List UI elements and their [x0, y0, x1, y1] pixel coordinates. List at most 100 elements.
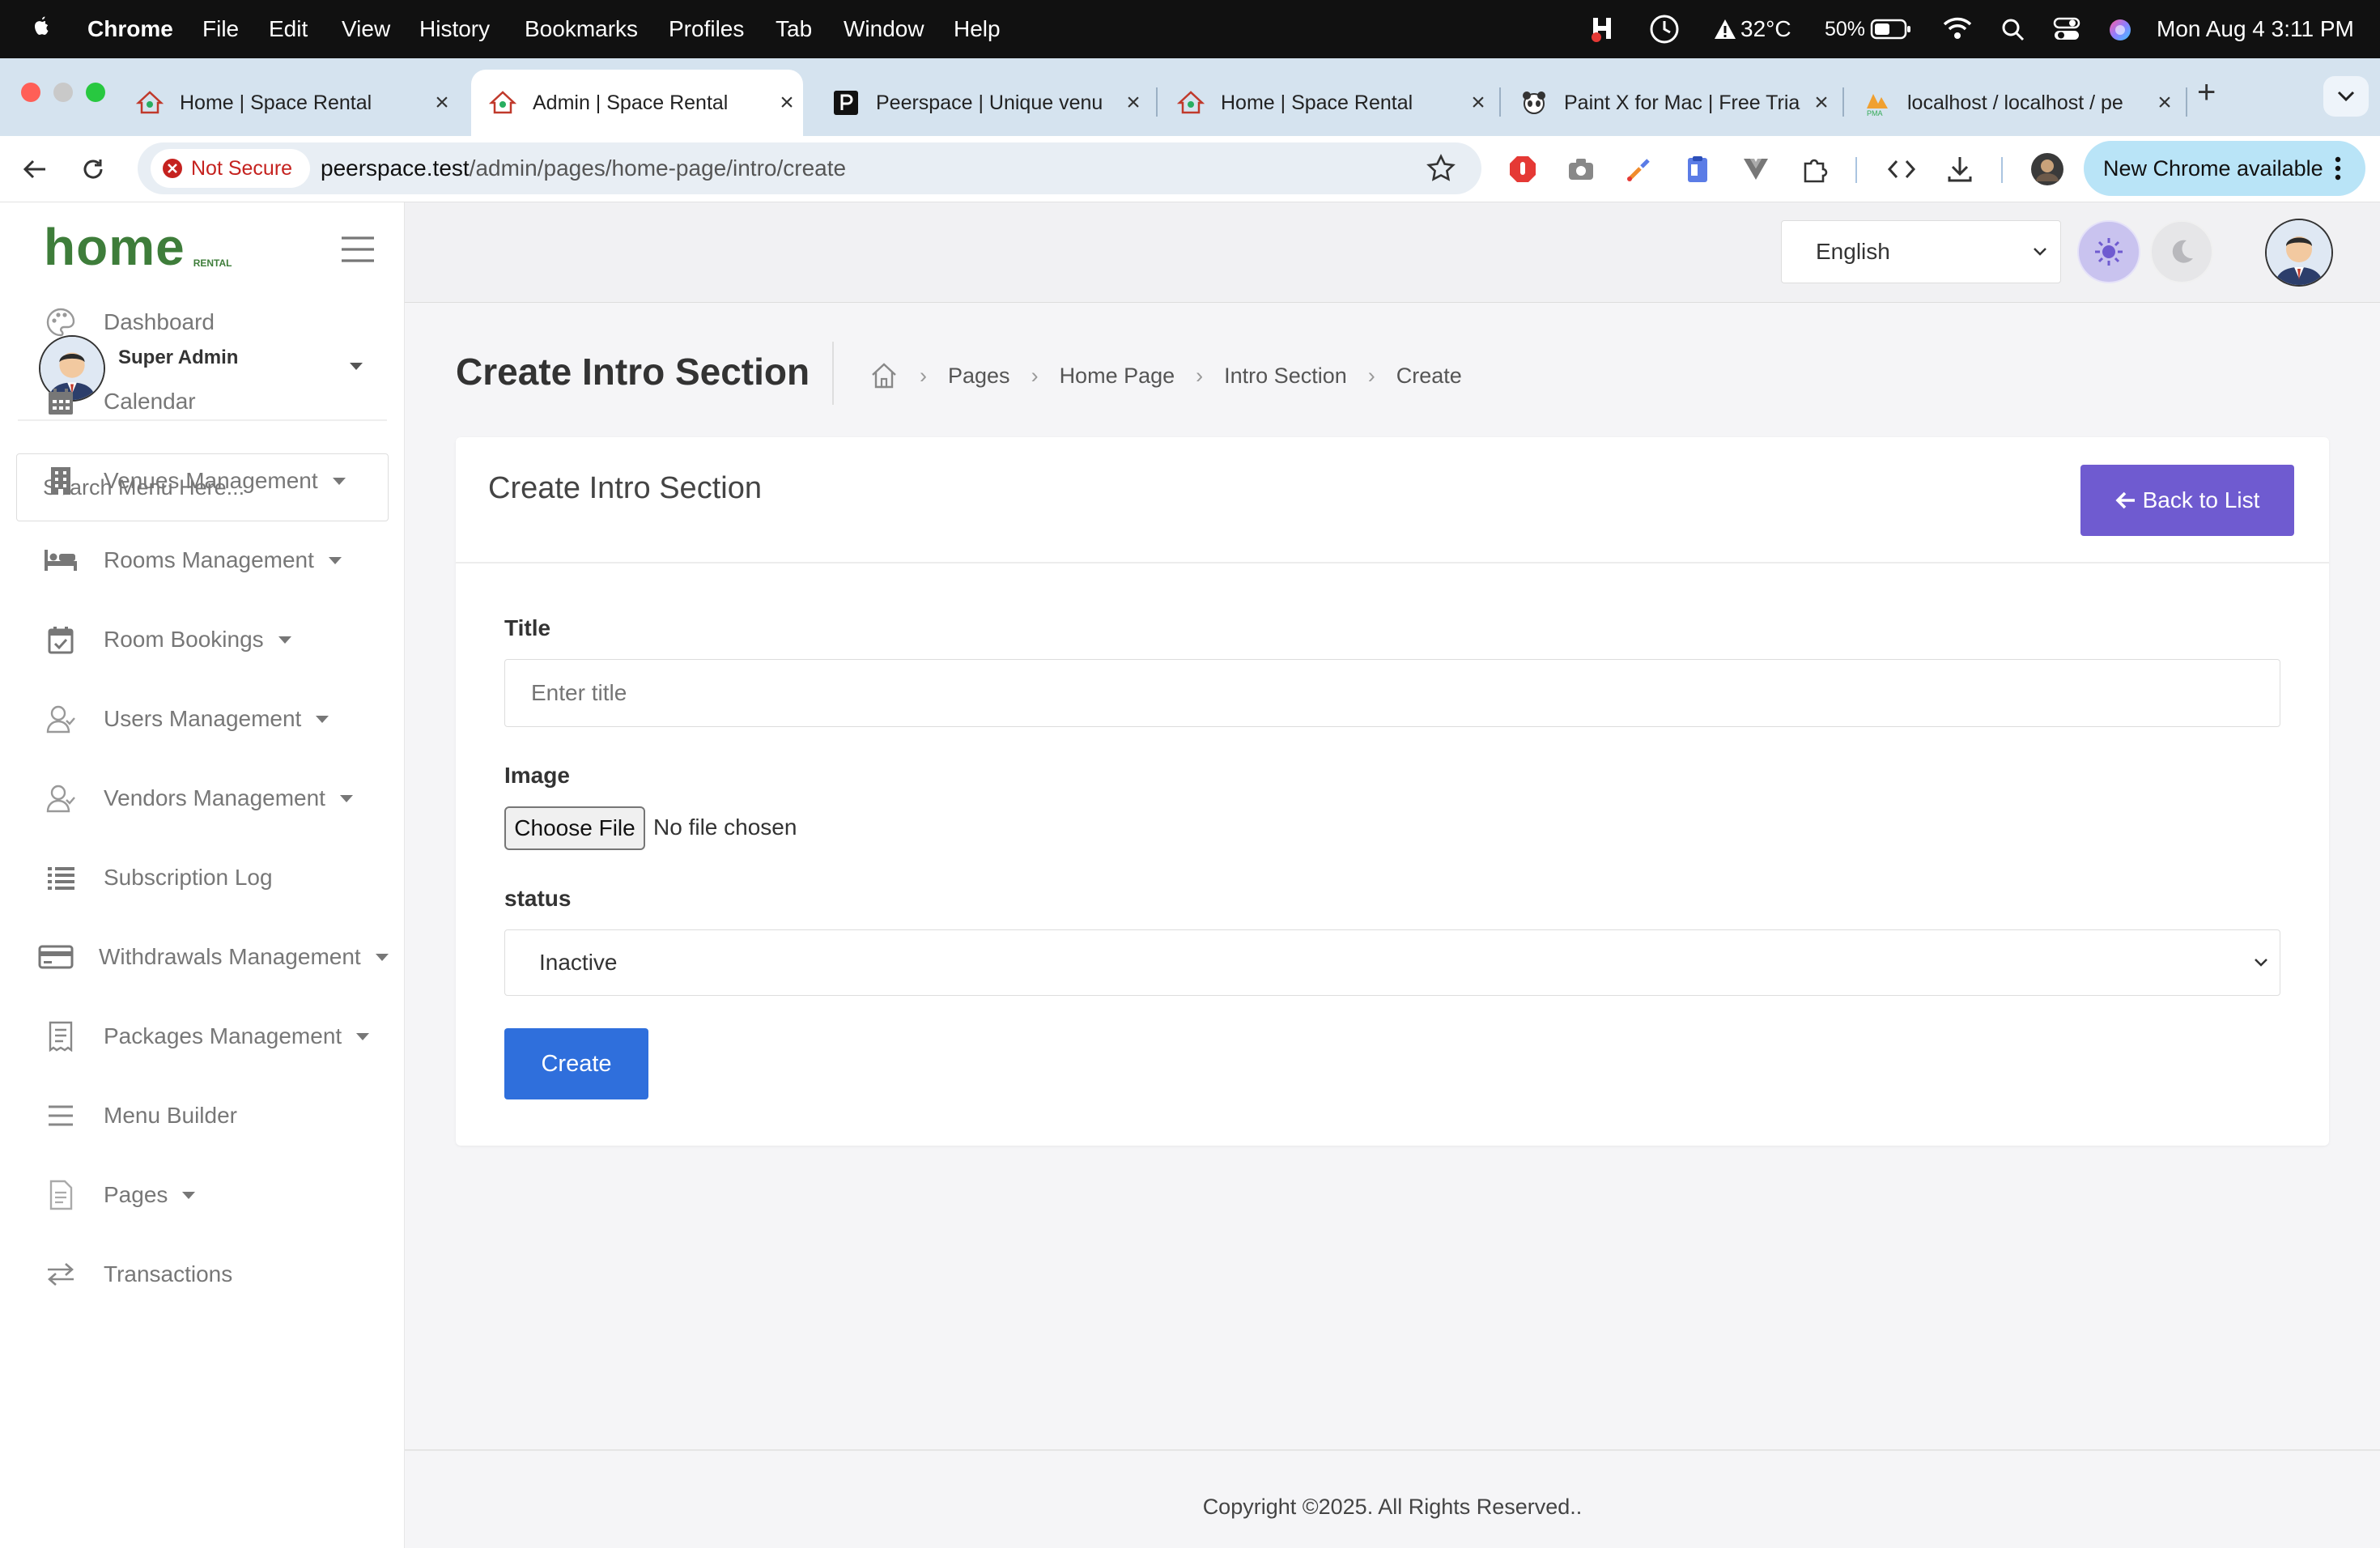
tab-close-icon[interactable]: ×: [426, 89, 458, 117]
sidebar-item-vendors-management[interactable]: Vendors Management: [42, 772, 382, 824]
back-to-list-button[interactable]: Back to List: [2080, 465, 2294, 536]
security-chip[interactable]: Not Secure: [151, 149, 311, 188]
sidebar-item-venues-management[interactable]: Venues Management: [42, 455, 382, 507]
breadcrumb-pages[interactable]: Pages: [948, 364, 1010, 389]
browser-tab[interactable]: Peerspace | Unique venu ×: [814, 70, 1150, 136]
sidebar-item-users-management[interactable]: Users Management: [42, 693, 382, 745]
tab-close-icon[interactable]: ×: [2148, 89, 2181, 117]
browser-tab[interactable]: PMA localhost / localhost / pe ×: [1846, 70, 2181, 136]
url-host: peerspace.test: [321, 155, 470, 181]
camera-icon[interactable]: [1562, 151, 1600, 188]
tab-close-icon[interactable]: ×: [1117, 89, 1150, 117]
browser-tab[interactable]: Home | Space Rental ×: [1159, 70, 1494, 136]
breadcrumb-home-page[interactable]: Home Page: [1060, 364, 1175, 389]
bookmark-star-icon[interactable]: [1426, 154, 1456, 183]
card-title: Create Intro Section: [488, 471, 762, 505]
menu-tab[interactable]: Tab: [776, 0, 812, 58]
address-bar[interactable]: Not Secure peerspace.test/admin/pages/ho…: [138, 142, 1481, 194]
reload-icon[interactable]: [74, 151, 112, 188]
dropdown-caret-icon: [339, 794, 353, 802]
menu-file[interactable]: File: [202, 0, 239, 58]
code-brackets-icon[interactable]: [1883, 151, 1920, 188]
menu-view[interactable]: View: [342, 0, 390, 58]
back-arrow-icon[interactable]: [16, 151, 53, 188]
menu-edit[interactable]: Edit: [269, 0, 308, 58]
adblock-icon[interactable]: [1504, 151, 1541, 188]
timer-icon[interactable]: [1648, 13, 1681, 45]
battery-icon[interactable]: [1870, 18, 1912, 42]
sidebar-item-transactions[interactable]: Transactions: [42, 1248, 382, 1300]
back-to-list-label: Back to List: [2142, 487, 2260, 512]
breadcrumb-intro-section[interactable]: Intro Section: [1224, 364, 1347, 389]
home-icon[interactable]: [869, 362, 899, 389]
control-center-icon[interactable]: [2053, 16, 2080, 44]
hamburger-menu-icon[interactable]: [340, 235, 376, 264]
breadcrumb-create: Create: [1396, 363, 1462, 388]
apple-icon[interactable]: [29, 0, 53, 58]
footer-copyright: Copyright ©2025. All Rights Reserved..: [1202, 1495, 1583, 1519]
chevron-down-icon: [2254, 958, 2268, 968]
title-input[interactable]: [504, 659, 2280, 727]
dropdown-caret-icon: [375, 953, 389, 961]
browser-tab[interactable]: Paint X for Mac | Free Tria ×: [1502, 70, 1838, 136]
status-select[interactable]: Inactive: [504, 929, 2280, 996]
datetime[interactable]: Mon Aug 4 3:11 PM: [2157, 0, 2354, 58]
dropdown-caret-icon: [332, 477, 346, 485]
tab-search-chevron-icon[interactable]: [2323, 76, 2369, 117]
browser-tab-active[interactable]: Admin | Space Rental ×: [471, 70, 803, 136]
download-icon[interactable]: [1941, 151, 1978, 188]
brand-logo[interactable]: home RENTAL: [44, 221, 232, 273]
sidebar-item-room-bookings[interactable]: Room Bookings: [42, 614, 382, 666]
sidebar-item-menu-builder[interactable]: Menu Builder: [42, 1090, 382, 1142]
menu-profiles[interactable]: Profiles: [669, 0, 744, 58]
menu-window[interactable]: Window: [844, 0, 924, 58]
url-text[interactable]: peerspace.test/admin/pages/home-page/int…: [321, 142, 846, 194]
tab-close-icon[interactable]: ×: [1805, 89, 1838, 117]
status-field-label: status: [504, 886, 572, 911]
clipboard-extension-icon[interactable]: [1679, 151, 1716, 188]
minimize-window-button[interactable]: [53, 83, 73, 102]
tab-close-icon[interactable]: ×: [771, 89, 803, 117]
language-select[interactable]: English: [1781, 220, 2061, 283]
sidebar-item-label: Dashboard: [104, 309, 215, 334]
dropdown-caret-icon: [356, 1032, 370, 1040]
menu-history[interactable]: History: [419, 0, 490, 58]
sidebar-item-calendar[interactable]: Calendar: [42, 376, 382, 427]
menu-help[interactable]: Help: [954, 0, 1001, 58]
create-submit-button[interactable]: Create: [504, 1028, 648, 1099]
user-avatar[interactable]: [2265, 219, 2333, 287]
menu-bookmarks[interactable]: Bookmarks: [525, 0, 638, 58]
sidebar-item-label: Packages Management: [104, 1023, 342, 1048]
menu-app-name[interactable]: Chrome: [87, 0, 173, 58]
user-dropdown-caret-icon[interactable]: [350, 363, 363, 370]
dark-mode-moon-icon[interactable]: [2150, 220, 2213, 283]
siri-icon[interactable]: [2108, 18, 2132, 42]
wifi-icon[interactable]: [1943, 16, 1972, 44]
new-tab-button[interactable]: +: [2197, 74, 2216, 111]
building-icon: [42, 462, 79, 500]
sidebar-item-rooms-management[interactable]: Rooms Management: [42, 534, 382, 586]
sidebar-item-dashboard[interactable]: Dashboard: [42, 296, 382, 348]
vue-devtools-icon[interactable]: [1737, 151, 1774, 188]
sidebar-item-packages-management[interactable]: Packages Management: [42, 1010, 382, 1062]
sidebar-item-pages[interactable]: Pages: [42, 1169, 382, 1221]
kebab-menu-icon[interactable]: [2335, 155, 2341, 181]
close-window-button[interactable]: [21, 83, 40, 102]
tab-close-icon[interactable]: ×: [1462, 89, 1494, 117]
sidebar-item-withdrawals-management[interactable]: Withdrawals Management: [37, 931, 389, 983]
new-chrome-available-button[interactable]: New Chrome available: [2084, 141, 2365, 196]
h-app-icon[interactable]: [1588, 15, 1617, 44]
light-mode-sun-icon[interactable]: [2077, 220, 2140, 283]
breadcrumb-chevron-icon: ›: [1031, 363, 1039, 388]
tab-separator: [1499, 87, 1501, 117]
browser-tab[interactable]: Home | Space Rental ×: [118, 70, 458, 136]
sidebar-item-label: Users Management: [104, 706, 302, 731]
profile-avatar-icon[interactable]: [2029, 151, 2066, 188]
sidebar-item-label: Withdrawals Management: [99, 944, 361, 969]
choose-file-button[interactable]: Choose File: [504, 806, 645, 850]
sidebar-item-subscription-log[interactable]: Subscription Log: [42, 852, 382, 904]
zoom-window-button[interactable]: [86, 83, 105, 102]
extensions-puzzle-icon[interactable]: [1796, 151, 1833, 188]
spotlight-search-icon[interactable]: [2001, 18, 2025, 42]
color-picker-icon[interactable]: [1621, 151, 1658, 188]
